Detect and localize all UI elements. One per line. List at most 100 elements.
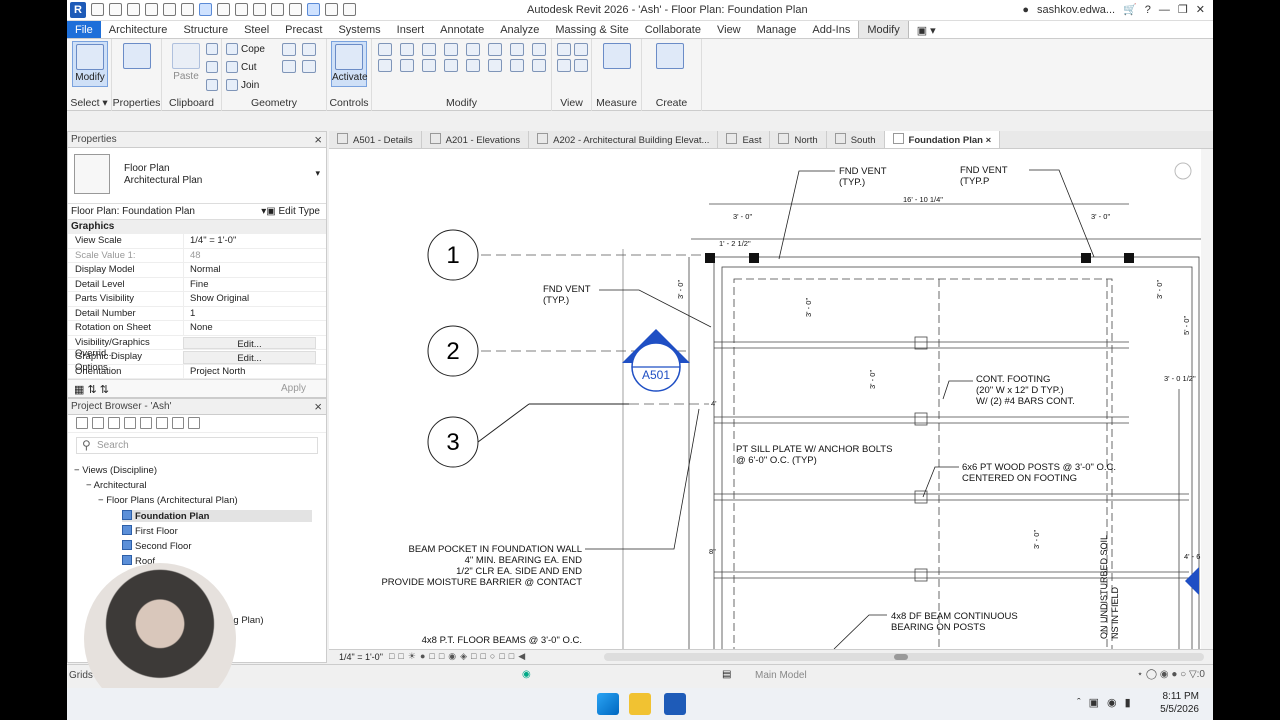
offset-icon[interactable]: [400, 43, 414, 56]
property-row[interactable]: Detail Number 1: [68, 306, 326, 321]
scale-icon[interactable]: [510, 59, 524, 72]
close-properties-icon[interactable]: ×: [314, 132, 322, 147]
split-gap-icon[interactable]: [488, 43, 502, 56]
paste-button[interactable]: Paste: [168, 41, 204, 87]
property-value[interactable]: 48: [183, 248, 326, 262]
property-row[interactable]: Display Model Normal: [68, 263, 326, 278]
tab-modify[interactable]: Modify: [858, 21, 909, 38]
tab-architecture[interactable]: Architecture: [101, 21, 176, 38]
copy-icon[interactable]: [206, 61, 218, 73]
tab-steel[interactable]: Steel: [236, 21, 277, 38]
tab-file[interactable]: File: [67, 21, 101, 38]
tree-second-floor[interactable]: Second Floor: [122, 540, 192, 552]
property-value[interactable]: Normal: [183, 263, 326, 277]
browser-search-input[interactable]: Search: [76, 437, 318, 454]
pin-icon[interactable]: [510, 43, 524, 56]
delete-icon[interactable]: [532, 59, 546, 72]
create-part-button[interactable]: [652, 41, 688, 87]
close-browser-icon[interactable]: ×: [314, 399, 322, 414]
property-value[interactable]: Fine: [183, 277, 326, 291]
revit-logo-icon[interactable]: R: [70, 2, 86, 18]
horizontal-scrollbar[interactable]: [604, 653, 1204, 661]
tab-south[interactable]: South: [827, 131, 885, 148]
move-icon[interactable]: [378, 59, 392, 72]
schedules-icon[interactable]: [108, 417, 120, 429]
property-row[interactable]: Rotation on Sheet None: [68, 321, 326, 336]
ribbon-options-icon[interactable]: ▣ ▾: [909, 21, 944, 38]
linework-icon[interactable]: [557, 59, 571, 72]
user-icon[interactable]: ●: [1022, 4, 1029, 16]
close-hidden-icon[interactable]: [325, 3, 338, 16]
table-icon[interactable]: [124, 417, 136, 429]
graphics-group[interactable]: Graphics: [68, 220, 326, 234]
tab-structure[interactable]: Structure: [175, 21, 236, 38]
cut-icon[interactable]: [206, 43, 218, 55]
groups-icon[interactable]: [172, 417, 184, 429]
section-icon[interactable]: [289, 3, 302, 16]
property-row[interactable]: Detail Level Fine: [68, 277, 326, 292]
main-model-selector[interactable]: Main Model: [755, 670, 807, 681]
join-button[interactable]: Join: [226, 79, 259, 91]
align-icon[interactable]: [378, 43, 392, 56]
property-value[interactable]: None: [183, 321, 326, 335]
property-value[interactable]: Project North: [183, 364, 326, 378]
start-icon[interactable]: [597, 693, 619, 715]
links-icon[interactable]: [188, 417, 200, 429]
measure-icon[interactable]: [199, 3, 212, 16]
property-row[interactable]: Orientation Project North: [68, 364, 326, 379]
chevron-down-icon[interactable]: ▾: [315, 168, 320, 179]
close-tab-icon[interactable]: ×: [986, 135, 992, 146]
tag-icon[interactable]: [235, 3, 248, 16]
tab-collaborate[interactable]: Collaborate: [637, 21, 709, 38]
hide-icon[interactable]: [574, 59, 588, 72]
tree-foundation-plan[interactable]: Foundation Plan: [122, 510, 312, 522]
pick-line-icon[interactable]: [557, 43, 571, 56]
view-control-icons[interactable]: □□☀●□□◉◈□□○□□◀: [389, 651, 529, 662]
trim-icon[interactable]: [444, 59, 458, 72]
home-icon[interactable]: [76, 417, 88, 429]
taskbar-clock[interactable]: 8:11 PM 5/5/2026: [1160, 690, 1199, 716]
select-dropdown[interactable]: Select ▾: [67, 97, 111, 109]
trim-single-icon[interactable]: [466, 59, 480, 72]
restore-icon[interactable]: ❐: [1178, 3, 1188, 16]
tree-floor-plans[interactable]: − Floor Plans (Architectural Plan): [98, 495, 238, 506]
property-row[interactable]: Scale Value 1: 48: [68, 248, 326, 263]
close-icon[interactable]: ✕: [1196, 3, 1205, 16]
tab-a202-elevations[interactable]: A202 - Architectural Building Elevat...: [529, 131, 719, 148]
measure-button[interactable]: [599, 41, 635, 87]
tab-massing-site[interactable]: Massing & Site: [547, 21, 636, 38]
paint-icon[interactable]: [282, 60, 296, 73]
section-marker[interactable]: 4 A501: [622, 329, 690, 392]
edit-type-button[interactable]: ▾▣ Edit Type: [261, 206, 320, 217]
tab-add-ins[interactable]: Add-Ins: [804, 21, 858, 38]
view-scale[interactable]: 1/4" = 1'-0": [339, 652, 383, 662]
drawing-canvas[interactable]: 1 2 3 4 A501 FND VENT (TYP.) FND VENT (T…: [329, 149, 1213, 649]
tab-manage[interactable]: Manage: [749, 21, 805, 38]
property-row[interactable]: Visibility/Graphics Overrid... Edit...: [68, 336, 326, 359]
property-value[interactable]: 1: [183, 306, 326, 320]
tab-north[interactable]: North: [770, 131, 827, 148]
property-value[interactable]: Show Original: [183, 292, 326, 306]
system-tray-icons[interactable]: ˆ▣◉▮: [1077, 696, 1139, 709]
apply-button[interactable]: Apply: [281, 383, 306, 394]
rotate-icon[interactable]: [422, 59, 436, 72]
scroll-thumb[interactable]: [894, 654, 908, 660]
undo-icon[interactable]: [145, 3, 158, 16]
open-icon[interactable]: [91, 3, 104, 16]
tree-architectural[interactable]: − Architectural: [86, 480, 146, 491]
split-icon[interactable]: [466, 43, 480, 56]
tab-analyze[interactable]: Analyze: [492, 21, 547, 38]
unpin-icon[interactable]: [532, 43, 546, 56]
property-row[interactable]: View Scale 1/4" = 1'-0": [68, 234, 326, 249]
activate-button[interactable]: Activate: [331, 41, 368, 87]
tab-precast[interactable]: Precast: [277, 21, 330, 38]
revit-taskbar-icon[interactable]: [664, 693, 686, 715]
grid-label-2[interactable]: 2: [446, 338, 459, 365]
remove-paint-icon[interactable]: [302, 60, 316, 73]
sync-icon[interactable]: [127, 3, 140, 16]
grid-label-3[interactable]: 3: [446, 429, 459, 456]
worksharing-icon[interactable]: ◉: [522, 669, 531, 680]
grid-label-1[interactable]: 1: [446, 242, 459, 269]
sheets-icon[interactable]: [140, 417, 152, 429]
tab-annotate[interactable]: Annotate: [432, 21, 492, 38]
